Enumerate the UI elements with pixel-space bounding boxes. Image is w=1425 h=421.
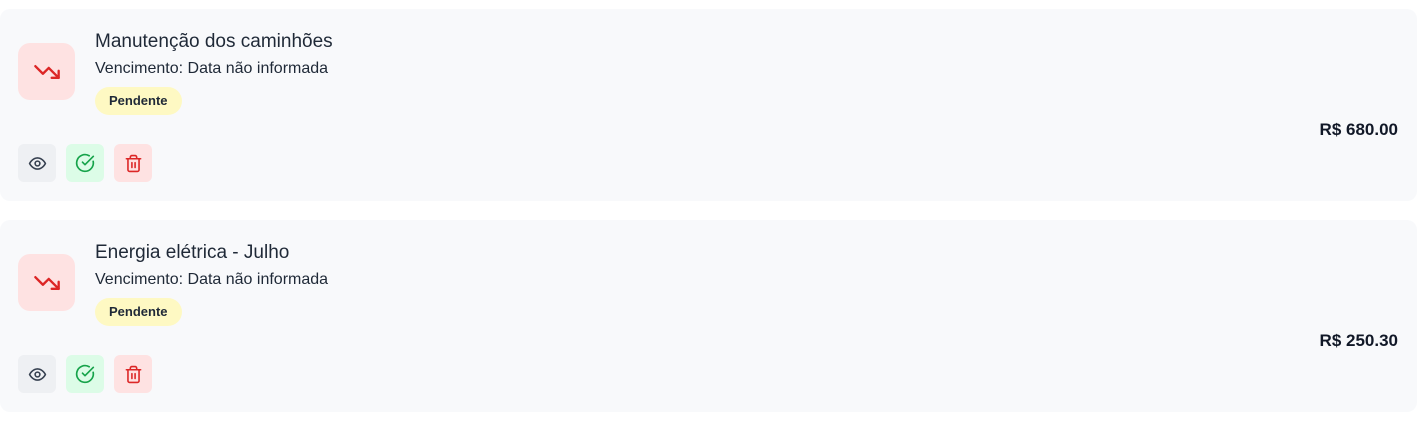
expense-indicator — [18, 43, 75, 100]
eye-icon — [28, 154, 47, 173]
check-circle-icon — [75, 153, 95, 173]
due-date-value: Data não informada — [187, 271, 329, 288]
bill-amount: R$ 250.30 — [1319, 331, 1398, 350]
bill-list: Manutenção dos caminhões Vencimento: Dat… — [0, 0, 1425, 421]
due-date: Vencimento: Data não informada — [95, 60, 328, 78]
trending-down-icon — [33, 58, 61, 86]
view-button[interactable] — [18, 355, 56, 393]
trash-icon — [124, 365, 143, 384]
view-button[interactable] — [18, 144, 56, 182]
bill-card: Manutenção dos caminhões Vencimento: Dat… — [0, 9, 1417, 201]
bill-actions — [18, 355, 152, 393]
bill-actions — [18, 144, 152, 182]
status-badge: Pendente — [95, 87, 182, 115]
mark-paid-button[interactable] — [66, 144, 104, 182]
due-date-label: Vencimento: — [95, 271, 184, 288]
bill-title: Energia elétrica - Julho — [95, 242, 290, 263]
due-date-value: Data não informada — [187, 60, 329, 77]
due-date-label: Vencimento: — [95, 60, 184, 77]
bill-card: Energia elétrica - Julho Vencimento: Dat… — [0, 220, 1417, 412]
bill-amount: R$ 680.00 — [1319, 120, 1398, 139]
eye-icon — [28, 365, 47, 384]
bill-title: Manutenção dos caminhões — [95, 31, 333, 52]
check-circle-icon — [75, 364, 95, 384]
trash-icon — [124, 154, 143, 173]
due-date: Vencimento: Data não informada — [95, 271, 328, 289]
status-badge: Pendente — [95, 298, 182, 326]
delete-button[interactable] — [114, 355, 152, 393]
delete-button[interactable] — [114, 144, 152, 182]
expense-indicator — [18, 254, 75, 311]
trending-down-icon — [33, 269, 61, 297]
mark-paid-button[interactable] — [66, 355, 104, 393]
